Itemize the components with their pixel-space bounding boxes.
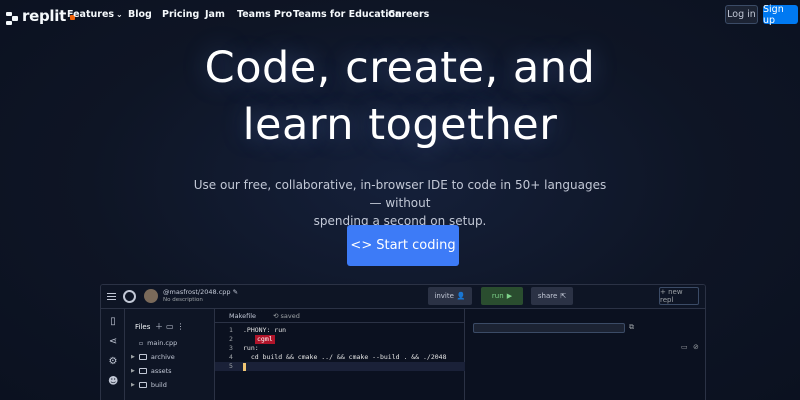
ide-header: @masfrost/2048.cpp ✎ No description invi… [101,285,705,309]
line-number: 4 [229,353,233,361]
history-icon: ⟲ [273,312,279,320]
avatar[interactable] [144,289,158,303]
saved-label: saved [280,312,300,320]
nav-item-careers[interactable]: Careers [388,9,429,20]
nav-item-features-label: Features [67,9,115,20]
hero-title-line-2: learn together [242,100,558,150]
add-user-icon: 👤 [456,292,466,300]
top-nav: replit Features ⌄ Blog Pricing Jam Teams … [0,0,800,30]
settings-gear-icon[interactable]: ⚙ [108,357,118,367]
code-editor: Makefile ⟲ saved 1 .PHONY: run 2 cgml 3 … [215,309,465,400]
debugger-bug-icon[interactable]: ☻ [108,377,118,387]
add-file-icon[interactable]: ＋ [155,322,166,331]
add-folder-icon[interactable]: ▭ [166,322,177,331]
code-line[interactable]: 3 run: [215,344,465,353]
console-pane: ⧉ ▭ ⊘ [465,309,705,400]
start-coding-label: Start coding [376,238,456,253]
files-icon[interactable]: ▯ [108,317,118,327]
line-number: 1 [229,326,233,334]
logo-text: replit [22,7,66,25]
file-item[interactable]: ▫ main.cpp [139,339,177,347]
nav-item-pricing[interactable]: Pricing [162,9,199,20]
invite-label: invite [434,292,454,300]
nav-item-teams-pro[interactable]: Teams Pro [237,9,292,20]
run-label: run [491,292,504,300]
invite-button[interactable]: invite 👤 [428,287,472,305]
editor-tabs: Makefile ⟲ saved [215,309,465,323]
share-label: share [537,292,558,300]
tab-makefile[interactable]: Makefile [229,312,256,320]
files-header: Files [135,323,151,331]
new-repl-button[interactable]: + new repl [659,287,699,305]
share-nodes-icon[interactable]: ⋖ [108,337,118,347]
repl-name-text: @masfrost/2048.cpp [163,288,231,296]
chevron-right-icon: ▶ [131,368,135,374]
signup-button[interactable]: Sign up [763,4,798,26]
folder-name: build [150,381,167,389]
line-number: 2 [229,335,233,343]
folder-icon [138,382,147,388]
text-cursor [243,363,246,371]
pencil-icon[interactable]: ✎ [233,288,238,296]
code-line[interactable]: 1 .PHONY: run [215,326,465,335]
repl-description: No description [163,297,203,303]
replit-ide-logo-icon[interactable] [123,290,136,303]
nav-item-jam[interactable]: Jam [205,9,225,20]
hamburger-menu-icon[interactable] [107,293,116,302]
code-line[interactable]: 4 cd build && cmake ../ && cmake --build… [215,353,465,362]
folder-item[interactable]: ▶ archive [131,353,175,361]
line-number: 5 [229,362,233,370]
share-button[interactable]: share ⇱ [531,287,573,305]
line-text: .PHONY: run [243,326,287,334]
chevron-right-icon: ▶ [131,382,135,388]
code-line[interactable]: 2 cgml [215,335,465,344]
files-toolbar: ＋▭⋮ [155,321,188,332]
replit-logo-icon [6,10,19,25]
share-icon: ⇱ [560,292,567,300]
file-name: main.cpp [147,339,178,347]
folder-name: archive [150,353,175,361]
chevron-right-icon: ▶ [131,354,135,360]
folder-item[interactable]: ▶ assets [131,367,172,375]
ide-sidebar: ▯ ⋖ ⚙ ☻ [101,309,125,400]
folder-icon [138,354,147,360]
run-button[interactable]: run ▶ [481,287,523,305]
hero-subtitle-line-1: Use our free, collaborative, in-browser … [193,178,607,210]
folder-name: assets [150,367,172,375]
ide-preview: @masfrost/2048.cpp ✎ No description invi… [100,284,706,400]
line-text: cd build && cmake ../ && cmake --build .… [243,353,447,361]
files-panel: Files ＋▭⋮ ▫ main.cpp ▶ archive ▶ assets … [125,309,215,400]
more-options-icon[interactable]: ⋮ [177,322,188,331]
console-toggle-icon[interactable]: ▭ [681,343,688,351]
folder-icon [138,368,147,374]
file-icon: ▫ [139,339,144,347]
line-number: 3 [229,344,233,352]
hero-title: Code, create, and learn together [0,40,800,154]
saved-status: ⟲ saved [273,312,300,320]
code-line-active[interactable]: 5 [215,362,465,371]
clear-console-icon[interactable]: ⊘ [693,343,699,351]
start-coding-button[interactable]: <> Start coding [347,225,459,266]
play-icon: ▶ [506,292,513,300]
collaborator-tag: cgml [255,335,275,344]
nav-item-blog[interactable]: Blog [128,9,152,20]
repl-name[interactable]: @masfrost/2048.cpp ✎ [163,288,238,296]
console-url-bar[interactable] [473,323,625,333]
hero-subtitle: Use our free, collaborative, in-browser … [190,176,610,230]
folder-item[interactable]: ▶ build [131,381,167,389]
nav-item-features[interactable]: Features ⌄ [67,9,123,20]
page: replit Features ⌄ Blog Pricing Jam Teams … [0,0,800,400]
login-button[interactable]: Log in [725,5,758,24]
hero-title-line-1: Code, create, and [204,43,596,93]
nav-item-teams-education[interactable]: Teams for Education [293,9,402,20]
code-brackets-icon: <> [350,238,373,253]
open-external-icon[interactable]: ⧉ [629,323,634,332]
replit-logo[interactable]: replit [6,7,75,25]
line-text: run: [243,344,259,352]
chevron-down-icon: ⌄ [116,10,123,19]
